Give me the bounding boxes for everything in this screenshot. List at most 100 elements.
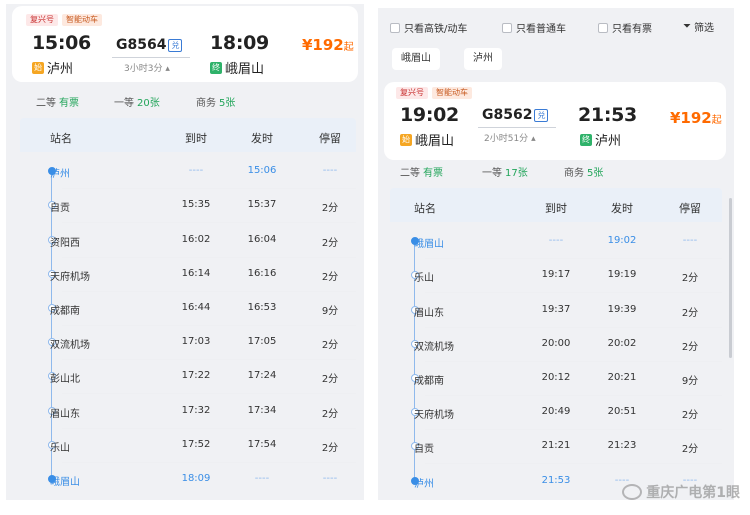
stop-arr: 16:14 bbox=[181, 267, 211, 279]
seat-second-class[interactable]: 二等 有票 bbox=[400, 164, 482, 179]
stop-stay: ---- bbox=[322, 165, 338, 177]
stop-arr: 17:03 bbox=[181, 336, 211, 348]
stop-name: 成都南 bbox=[414, 375, 444, 387]
stop-arr: 17:22 bbox=[181, 370, 211, 382]
stop-name: 双流机场 bbox=[414, 341, 454, 353]
filter-button[interactable]: ⏷ 筛选 bbox=[683, 19, 714, 34]
depart-station-label: 泸州 bbox=[47, 62, 74, 77]
row-divider bbox=[425, 395, 722, 396]
filter-regular[interactable]: 只看普通车 bbox=[502, 20, 566, 35]
stop-arr: 20:49 bbox=[541, 406, 571, 418]
origin-icon: 始 bbox=[400, 133, 412, 146]
header-dep: 发时 bbox=[611, 202, 633, 215]
depart-time: 15:06 bbox=[32, 32, 91, 54]
stop-dep: ---- bbox=[254, 472, 270, 484]
smart-emu-tag: 智能动车 bbox=[62, 14, 102, 26]
price: ¥192起 bbox=[670, 109, 722, 127]
stop-stay: 2分 bbox=[681, 273, 699, 285]
stop-dep: 21:23 bbox=[607, 440, 637, 452]
row-divider bbox=[62, 325, 356, 326]
origin-icon: 始 bbox=[32, 61, 44, 74]
seat-second-class[interactable]: 二等 有票 bbox=[36, 94, 114, 109]
row-divider bbox=[62, 290, 356, 292]
stop-dep: 16:16 bbox=[247, 267, 277, 279]
checkbox[interactable] bbox=[598, 22, 608, 33]
seat-first-class[interactable]: 一等 17张 bbox=[482, 164, 564, 179]
stop-stay: 2分 bbox=[321, 203, 339, 215]
train-card-right[interactable]: 复兴号 智能动车 19:02 始 峨眉山 G8562 兑 2小时51分 ▴ 21… bbox=[384, 82, 726, 160]
filter-bar: 只看高铁/动车 只看普通车 只看有票 ⏷ 筛选 峨眉山 泸州 bbox=[378, 8, 734, 76]
header-name: 站名 bbox=[50, 132, 72, 145]
stop-arr: 16:02 bbox=[181, 233, 211, 245]
stop-dep: 16:53 bbox=[247, 301, 277, 313]
arrive-station-label: 泸州 bbox=[595, 134, 622, 149]
stop-stay: 9分 bbox=[681, 375, 699, 387]
stop-list-right: 站名 到时 发时 停留 峨眉山 ---- 19:02 ---- 乐山 19:17 19:19 2分 眉山… bbox=[390, 188, 722, 500]
header-stay: 停留 bbox=[319, 132, 341, 145]
right-panel: 只看高铁/动车 只看普通车 只看有票 ⏷ 筛选 峨眉山 泸州 复兴号 智能动车 1… bbox=[378, 8, 734, 500]
stop-name: 资阳西 bbox=[50, 237, 80, 249]
stop-stay: 9分 bbox=[321, 305, 339, 317]
stop-arr: 21:21 bbox=[541, 440, 571, 452]
stop-dep: 15:37 bbox=[247, 199, 277, 211]
row-divider bbox=[425, 360, 722, 362]
stop-arr: 16:44 bbox=[181, 301, 211, 313]
row-divider bbox=[425, 292, 722, 294]
duration[interactable]: 3小时3分 ▴ bbox=[124, 61, 170, 74]
seat-availability: 二等 有票 一等 20张 商务 5张 bbox=[36, 94, 235, 109]
stop-arr: 19:37 bbox=[541, 303, 571, 315]
watermark: 重庆广电第1眼 bbox=[622, 482, 740, 502]
stop-dep: 17:05 bbox=[247, 336, 277, 348]
fuxing-tag: 复兴号 bbox=[26, 14, 58, 26]
seat-business-class[interactable]: 商务 5张 bbox=[196, 94, 235, 109]
arrive-time: 21:53 bbox=[578, 104, 637, 126]
row-divider bbox=[425, 258, 722, 260]
stop-arr: 20:12 bbox=[541, 371, 571, 383]
chip-luzhou[interactable]: 泸州 bbox=[464, 48, 502, 70]
stop-list-left: 站名 到时 发时 停留 泸州 ---- 15:06 ---- 自贡 15:35 15:37 2分 资阳西… bbox=[20, 118, 356, 500]
filter-funnel-icon: ⏷ bbox=[683, 21, 691, 32]
seat-first-class[interactable]: 一等 20张 bbox=[114, 94, 196, 109]
exchange-badge: 兑 bbox=[168, 38, 183, 52]
price-value: ¥192 bbox=[670, 109, 712, 127]
stop-stay: ---- bbox=[322, 472, 338, 484]
row-divider bbox=[62, 188, 356, 190]
depart-time: 19:02 bbox=[400, 104, 459, 126]
duration[interactable]: 2小时51分 ▴ bbox=[484, 131, 536, 144]
stop-dep: 20:21 bbox=[607, 371, 637, 383]
depart-station: 始 峨眉山 bbox=[400, 130, 454, 149]
train-number-label: G8564 bbox=[116, 37, 167, 53]
stop-name: 峨眉山 bbox=[50, 476, 80, 488]
checkbox[interactable] bbox=[390, 22, 400, 33]
filter-high-speed[interactable]: 只看高铁/动车 bbox=[390, 20, 467, 35]
train-number[interactable]: G8564 兑 bbox=[116, 37, 183, 53]
train-number[interactable]: G8562 兑 bbox=[482, 107, 549, 123]
stop-name: 彭山北 bbox=[50, 374, 80, 386]
train-tags: 复兴号 智能动车 bbox=[396, 87, 472, 99]
stop-name: 眉山东 bbox=[414, 307, 444, 319]
stop-arr: 19:17 bbox=[541, 269, 571, 281]
checkbox[interactable] bbox=[502, 22, 512, 33]
route-line bbox=[478, 127, 556, 128]
seat-business-class[interactable]: 商务 5张 bbox=[564, 164, 603, 179]
train-card-left[interactable]: 复兴号 智能动车 15:06 始 泸州 G8564 兑 3小时3分 ▴ 18:0… bbox=[12, 6, 358, 82]
row-divider bbox=[62, 427, 356, 429]
arrive-station-label: 峨眉山 bbox=[225, 62, 265, 77]
row-divider bbox=[62, 222, 356, 224]
scrollbar[interactable] bbox=[729, 198, 732, 358]
fuxing-tag: 复兴号 bbox=[396, 87, 428, 99]
price-suffix: 起 bbox=[711, 115, 722, 126]
left-panel: 复兴号 智能动车 15:06 始 泸州 G8564 兑 3小时3分 ▴ 18:0… bbox=[6, 4, 364, 500]
stop-name: 天府机场 bbox=[414, 410, 454, 422]
stop-name: 双流机场 bbox=[50, 340, 90, 352]
weibo-icon bbox=[622, 484, 643, 500]
filter-available[interactable]: 只看有票 bbox=[598, 20, 652, 35]
stop-name: 自贡 bbox=[50, 203, 70, 215]
stop-name: 乐山 bbox=[50, 442, 70, 454]
caret-up-icon: ▴ bbox=[165, 64, 170, 74]
header-dep: 发时 bbox=[251, 132, 273, 145]
chip-emeishan[interactable]: 峨眉山 bbox=[392, 48, 440, 70]
stop-stay: 2分 bbox=[321, 271, 339, 283]
row-divider bbox=[425, 463, 722, 465]
route-line bbox=[112, 57, 190, 58]
